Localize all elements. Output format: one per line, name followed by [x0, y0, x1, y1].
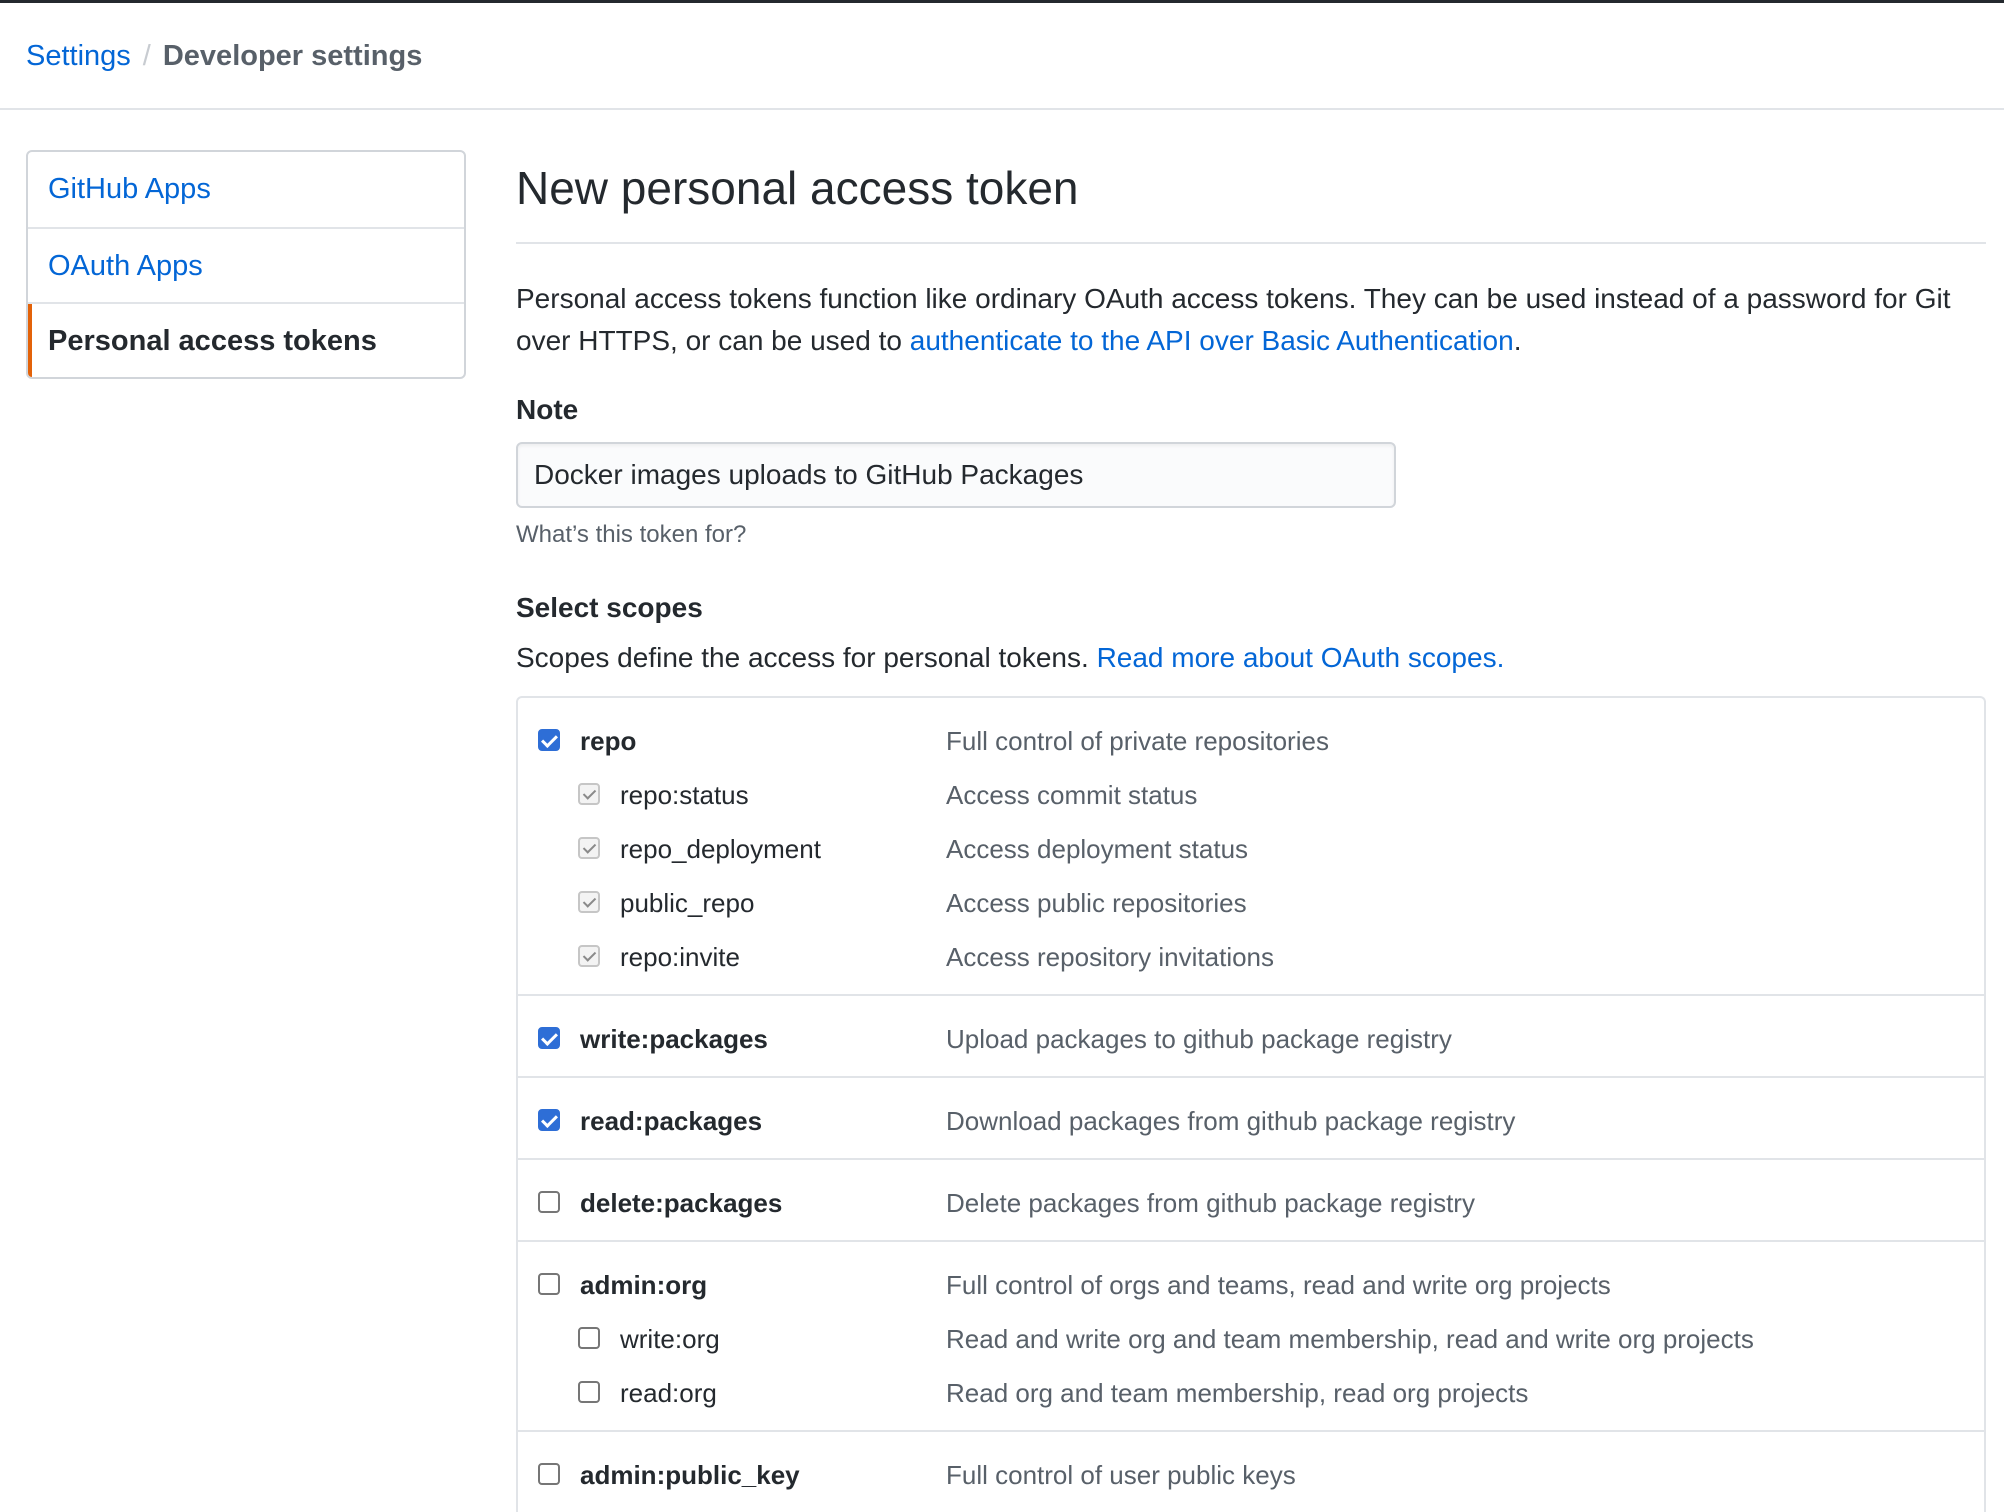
note-label: Note [516, 394, 579, 425]
oauth-scopes-link[interactable]: Read more about OAuth scopes. [1097, 642, 1505, 673]
scope-description: Full control of user public keys [946, 1460, 1296, 1490]
scope-row-admin-org: admin:org Full control of orgs and teams,… [518, 1258, 1984, 1312]
breadcrumb-current: Developer settings [162, 40, 423, 72]
scope-checkbox-read-packages[interactable] [538, 1109, 560, 1131]
header-divider [0, 108, 2004, 110]
scope-description: Read and write org and team membership, … [946, 1324, 1754, 1354]
scope-checkbox-write-packages[interactable] [538, 1027, 560, 1049]
scope-row-repo: repo Full control of private repositories [518, 714, 1984, 768]
menu-item-github-apps[interactable]: GitHub Apps [28, 152, 464, 227]
scope-name[interactable]: repo_deployment [620, 822, 821, 876]
scope-name[interactable]: read:org [620, 1366, 717, 1420]
select-scopes-heading: Select scopes [516, 592, 703, 623]
scope-description: Upload packages to github package regist… [946, 1024, 1452, 1054]
scope-checkbox-admin-org[interactable] [538, 1273, 560, 1295]
scope-description: Access commit status [946, 780, 1198, 810]
scopes-table: repo Full control of private repositories… [516, 696, 1986, 1512]
menu-item-oauth-apps[interactable]: OAuth Apps [28, 227, 464, 302]
scope-checkbox-delete-packages[interactable] [538, 1191, 560, 1213]
scope-description: Read org and team membership, read org p… [946, 1378, 1529, 1408]
scope-description: Access repository invitations [946, 942, 1275, 972]
developer-settings-menu: GitHub Apps OAuth Apps Personal access t… [26, 150, 466, 379]
scope-row-read-packages: read:packages Download packages from gith… [518, 1094, 1984, 1148]
scope-row-repo-deployment: repo_deployment Access deployment status [518, 822, 1984, 876]
basic-auth-link[interactable]: authenticate to the API over Basic Authe… [910, 325, 1514, 356]
scope-name[interactable]: admin:public_key [580, 1448, 800, 1502]
scope-row-write-packages: write:packages Upload packages to github … [518, 1012, 1984, 1066]
scope-row-read-org: read:org Read org and team membership, re… [518, 1366, 1984, 1420]
scope-row-write-org: write:org Read and write org and team mem… [518, 1312, 1984, 1366]
top-border [0, 0, 2004, 3]
scope-checkbox-read-org[interactable] [578, 1381, 600, 1403]
scopes-desc-text: Scopes define the access for personal to… [516, 642, 1097, 673]
scope-description: Delete packages from github package regi… [946, 1188, 1475, 1218]
scope-checkbox-repo-status[interactable] [578, 783, 600, 805]
scope-group-repo: repo Full control of private repositories… [518, 698, 1984, 994]
scope-checkbox-write-org[interactable] [578, 1327, 600, 1349]
scope-row-public-repo: public_repo Access public repositories [518, 876, 1984, 930]
scope-row-delete-packages: delete:packages Delete packages from gith… [518, 1176, 1984, 1230]
title-divider [516, 242, 1986, 244]
menu-item-personal-access-tokens[interactable]: Personal access tokens [28, 302, 464, 377]
scopes-description: Scopes define the access for personal to… [516, 640, 1986, 676]
scope-description: Access deployment status [946, 834, 1249, 864]
scope-description: Download packages from github package re… [946, 1106, 1516, 1136]
scope-name[interactable]: public_repo [620, 876, 754, 930]
scope-description: Full control of private repositories [946, 726, 1329, 756]
scope-group-write-packages: write:packages Upload packages to github … [518, 994, 1984, 1076]
scope-checkbox-repo[interactable] [538, 729, 560, 751]
main-content: New personal access token Personal acces… [516, 150, 1986, 1512]
breadcrumb-separator: / [142, 40, 151, 72]
scope-row-admin-public-key: admin:public_key Full control of user pub… [518, 1448, 1984, 1502]
scope-name[interactable]: repo:invite [620, 930, 740, 984]
scope-name[interactable]: repo:status [620, 768, 749, 822]
breadcrumb-settings-link[interactable]: Settings [26, 40, 131, 72]
scope-group-read-packages: read:packages Download packages from gith… [518, 1076, 1984, 1158]
scope-checkbox-repo-deployment[interactable] [578, 837, 600, 859]
scope-name[interactable]: write:packages [580, 1012, 768, 1066]
breadcrumb: Settings / Developer settings [26, 38, 422, 74]
scope-group-delete-packages: delete:packages Delete packages from gith… [518, 1158, 1984, 1240]
scope-group-admin-public-key: admin:public_key Full control of user pub… [518, 1430, 1984, 1512]
intro-end: . [1513, 325, 1522, 356]
scope-checkbox-public-repo[interactable] [578, 891, 600, 913]
scope-row-repo-invite: repo:invite Access repository invitations [518, 930, 1984, 984]
note-input[interactable] [516, 442, 1396, 508]
scope-checkbox-repo-invite[interactable] [578, 945, 600, 967]
scope-name[interactable]: admin:org [580, 1258, 707, 1312]
scope-group-admin-org: admin:org Full control of orgs and teams,… [518, 1240, 1984, 1430]
scope-description: Access public repositories [946, 888, 1247, 918]
note-hint: What’s this token for? [516, 521, 747, 548]
scope-row-repo-status: repo:status Access commit status [518, 768, 1984, 822]
scope-name[interactable]: repo [580, 714, 636, 768]
scope-name[interactable]: read:packages [580, 1094, 762, 1148]
page-title: New personal access token [516, 162, 1079, 214]
scope-name[interactable]: write:org [620, 1312, 720, 1366]
intro-paragraph: Personal access tokens function like ord… [516, 278, 1986, 362]
scope-description: Full control of orgs and teams, read and… [946, 1270, 1611, 1300]
scope-name[interactable]: delete:packages [580, 1176, 782, 1230]
scope-checkbox-admin-public-key[interactable] [538, 1463, 560, 1485]
